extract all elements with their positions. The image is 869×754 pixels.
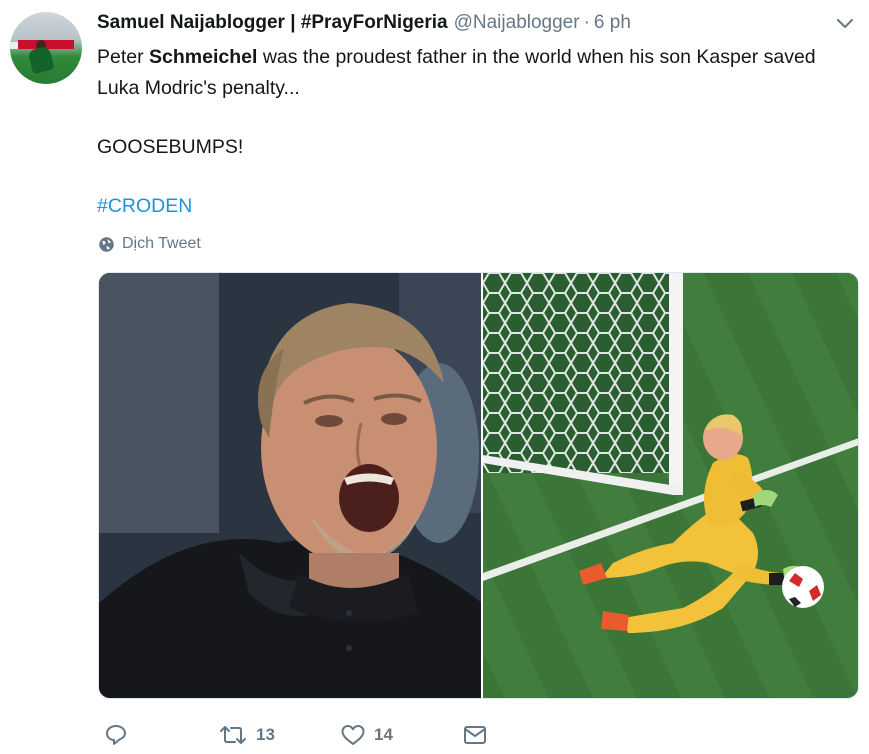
like-count: 14	[374, 725, 393, 744]
translate-label: Dịch Tweet	[122, 235, 201, 252]
author-handle[interactable]: @Naijablogger	[454, 12, 580, 34]
text-part: Peter	[97, 46, 150, 68]
reply-icon	[106, 725, 126, 745]
tweet-actions: 13 14	[100, 720, 520, 750]
retweet-count: 13	[256, 725, 275, 744]
chevron-down-icon[interactable]	[834, 14, 856, 34]
tweet-text: Peter Schmeichel was the proudest father…	[97, 42, 827, 222]
heart-icon	[341, 725, 365, 745]
globe-icon	[99, 236, 114, 252]
text-bold: Schmeichel	[149, 46, 258, 68]
author-name[interactable]: Samuel Naijablogger | #PrayForNigeria	[97, 12, 448, 34]
tweet-paragraph: Peter Schmeichel was the proudest father…	[97, 42, 827, 104]
photo-goalkeeper-art	[482, 273, 858, 698]
envelope-icon	[464, 726, 486, 744]
timestamp[interactable]: 6 ph	[594, 12, 631, 34]
photo-goalkeeper[interactable]	[482, 273, 858, 698]
photo-father-art	[99, 273, 481, 698]
reply-button[interactable]	[104, 720, 136, 750]
direct-message-button[interactable]	[462, 720, 488, 750]
avatar-player	[27, 45, 55, 75]
tweet-line-goosebumps: GOOSEBUMPS!	[97, 136, 244, 158]
tweet[interactable]: Samuel Naijablogger | #PrayForNigeria @N…	[0, 0, 869, 754]
tweet-header: Samuel Naijablogger | #PrayForNigeria @N…	[97, 12, 631, 38]
retweet-icon	[220, 726, 246, 744]
translate-link[interactable]: Dịch Tweet	[98, 235, 201, 253]
separator: ·	[583, 12, 590, 33]
like-button[interactable]: 14	[340, 720, 393, 750]
photo-father[interactable]	[99, 273, 481, 698]
hashtag-link[interactable]: #CRODEN	[97, 191, 827, 222]
retweet-button[interactable]: 13	[218, 720, 275, 750]
avatar[interactable]	[10, 12, 82, 84]
media-grid[interactable]	[98, 272, 859, 699]
